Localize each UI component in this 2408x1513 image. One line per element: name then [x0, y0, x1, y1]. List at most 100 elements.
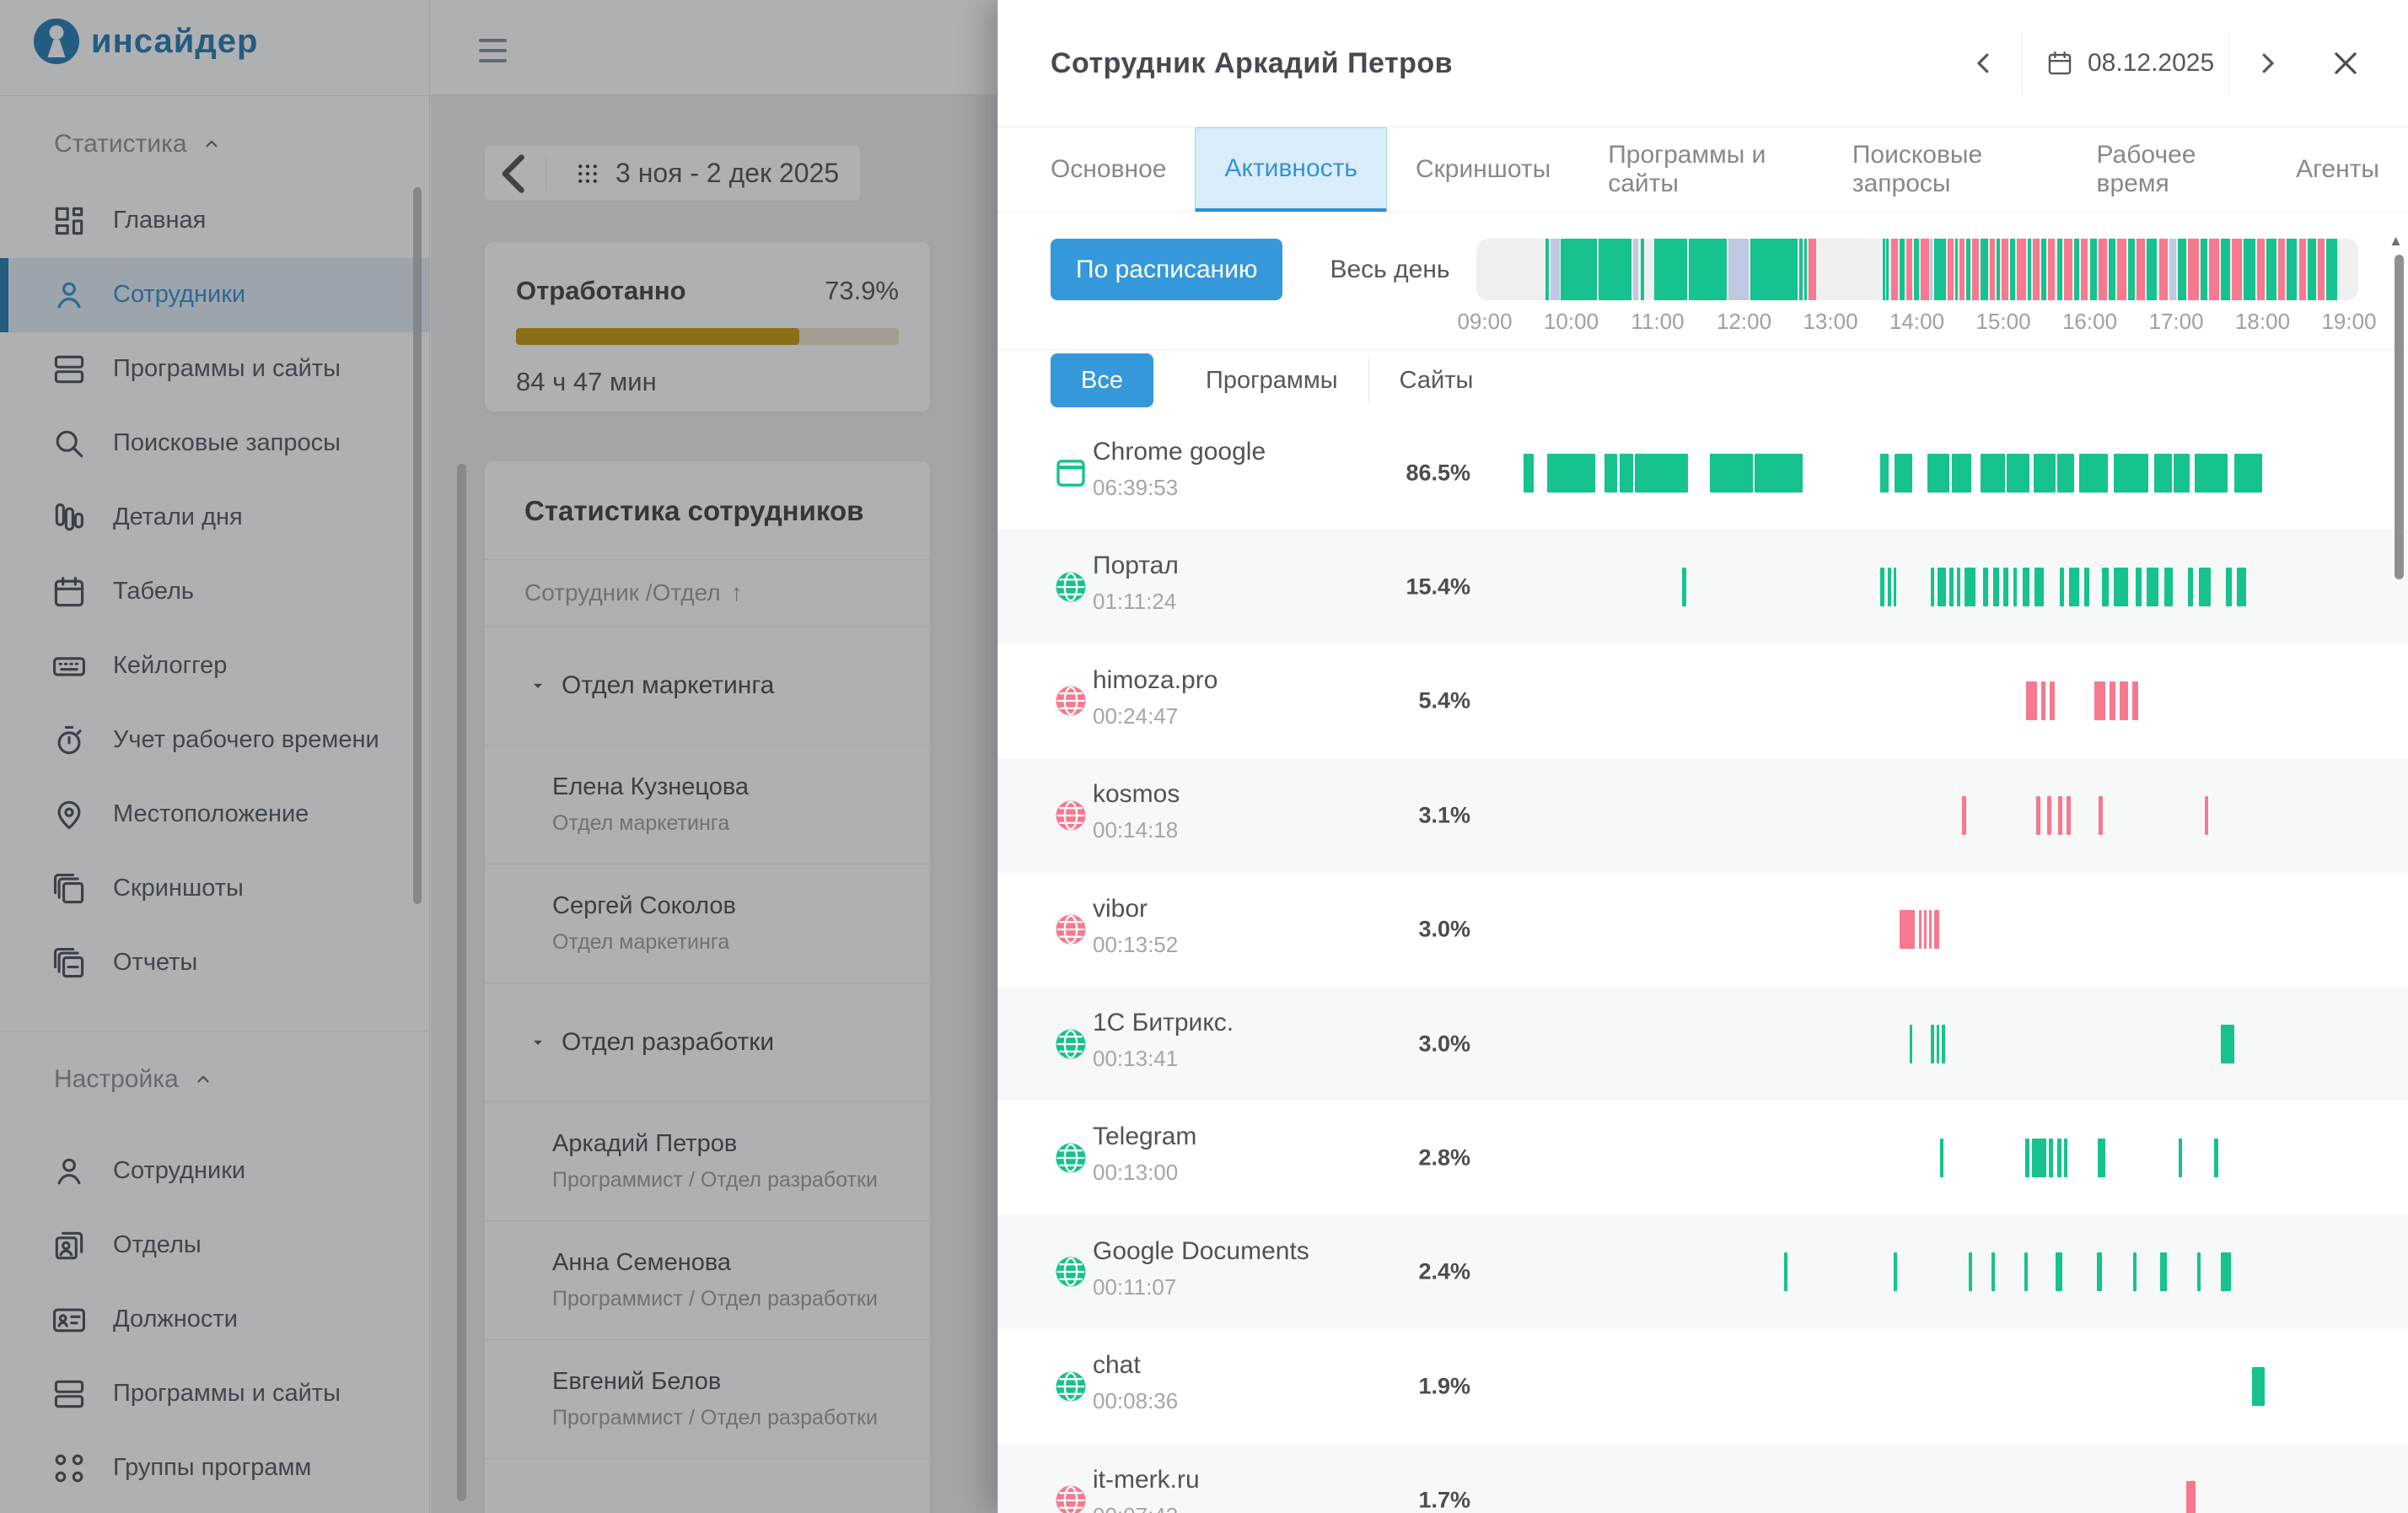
activity-segment [1547, 454, 1595, 493]
app-percent: 86.5% [1352, 460, 1470, 486]
activity-segment [2047, 796, 2051, 835]
scroll-up-icon[interactable]: ▲ [2389, 233, 2403, 250]
tab-6[interactable]: Рабочее время [2068, 127, 2268, 212]
mode-button-1[interactable]: По расписанию [1051, 239, 1282, 300]
globe-icon [1054, 1027, 1088, 1061]
activity-segment [1983, 568, 1987, 606]
activity-segment [2234, 454, 2263, 493]
activity-segment [1682, 568, 1686, 606]
globe-icon [1054, 1483, 1088, 1513]
activity-segment [2081, 239, 2088, 300]
app-usage-row[interactable]: 1С Битрикс.00:13:413.0% [998, 987, 2408, 1101]
activity-segment [2079, 454, 2108, 493]
globe-icon [1054, 913, 1088, 946]
day-timeline[interactable] [1476, 239, 2358, 300]
activity-segment [1952, 454, 1972, 493]
activity-segment [2221, 239, 2229, 300]
mode-button-2[interactable]: Весь день [1304, 239, 1475, 300]
panel-title: Сотрудник Аркадий Петров [1051, 47, 1453, 80]
activity-segment [1930, 239, 1932, 300]
activity-segment [2199, 568, 2211, 606]
app-usage-row[interactable]: himoza.pro00:24:475.4% [998, 644, 2408, 758]
app-percent: 3.1% [1352, 802, 1470, 828]
activity-segment [1969, 1252, 1972, 1291]
app-activity-bars [1476, 568, 2358, 606]
activity-segment [1883, 239, 1885, 300]
hour-label: 10:00 [1544, 309, 1599, 335]
app-usage-row[interactable]: kosmos00:14:183.1% [998, 758, 2408, 872]
hour-label: 18:00 [2235, 309, 2290, 335]
activity-segment [1900, 910, 1915, 949]
activity-segment [1689, 239, 1727, 300]
app-time: 00:14:18 [1093, 817, 1178, 843]
app-percent: 2.8% [1352, 1145, 1470, 1171]
filter-button-3[interactable]: Сайты [1369, 353, 1504, 407]
tab-7[interactable]: Агенты [2267, 127, 2408, 212]
tab-2[interactable]: Активность [1195, 127, 1387, 212]
activity-segment [2057, 239, 2062, 300]
panel-date[interactable]: 08.12.2025 [2088, 49, 2206, 78]
next-day-button[interactable] [2252, 48, 2282, 78]
activity-segment [1620, 454, 1633, 493]
activity-segment [2195, 454, 2228, 493]
activity-segment [2024, 1252, 2028, 1291]
app-time: 06:39:53 [1093, 475, 1178, 501]
app-usage-row[interactable]: Google Documents00:11:072.4% [998, 1215, 2408, 1329]
activity-segment [1937, 1025, 1939, 1063]
calendar-icon[interactable] [2045, 49, 2074, 78]
app-usage-row[interactable]: it-merk.ru00:07:431.7% [998, 1444, 2408, 1513]
modal-overlay[interactable] [0, 0, 998, 1513]
activity-segment [2214, 1139, 2218, 1177]
app-name: Портал [1093, 552, 1179, 580]
activity-segment [2179, 1139, 2182, 1177]
activity-segment [2147, 239, 2157, 300]
app-activity-bars [1476, 796, 2358, 835]
tab-5[interactable]: Поисковые запросы [1824, 127, 2068, 212]
activity-segment [1635, 454, 1688, 493]
activity-segment [2169, 239, 2176, 300]
tab-4[interactable]: Программы и сайты [1579, 127, 1824, 212]
globe-icon [1054, 1255, 1088, 1289]
activity-segment [2017, 239, 2025, 300]
activity-segment [2287, 239, 2297, 300]
app-time: 00:11:07 [1093, 1274, 1176, 1300]
activity-segment [2147, 568, 2158, 606]
activity-segment [2154, 454, 2172, 493]
activity-segment [2221, 1252, 2230, 1291]
activity-segment [1919, 910, 1922, 949]
activity-segment [2133, 1252, 2137, 1291]
tab-1[interactable]: Основное [1022, 127, 1195, 212]
activity-segment [1938, 568, 1946, 606]
activity-segment [1561, 239, 1597, 300]
activity-segment [2244, 239, 2255, 300]
activity-segment [1921, 239, 1929, 300]
hour-label: 09:00 [1457, 309, 1512, 335]
app-usage-row[interactable]: vibor00:13:523.0% [998, 873, 2408, 987]
activity-segment [2057, 454, 2075, 493]
tab-3[interactable]: Скриншоты [1387, 127, 1579, 212]
activity-segment [2197, 1252, 2201, 1291]
filter-button-2[interactable]: Программы [1175, 353, 1368, 407]
prev-day-button[interactable] [1969, 48, 1999, 78]
activity-segment [1654, 239, 1687, 300]
globe-icon [1054, 684, 1088, 718]
activity-segment [2074, 239, 2079, 300]
activity-segment [2110, 681, 2115, 720]
activity-segment [1880, 568, 1884, 606]
activity-segment [2178, 239, 2186, 300]
app-usage-row[interactable]: Chrome google06:39:5386.5% [998, 416, 2408, 530]
panel-scrollbar[interactable] [2395, 255, 2404, 579]
app-usage-row[interactable]: Telegram00:13:002.8% [998, 1101, 2408, 1214]
activity-segment [1931, 1025, 1934, 1063]
close-icon[interactable] [2330, 47, 2362, 79]
activity-segment [1991, 1252, 1995, 1291]
activity-segment [2026, 681, 2037, 720]
app-name: Telegram [1093, 1123, 1196, 1151]
activity-segment [2117, 239, 2126, 300]
app-activity-bars [1476, 910, 2358, 949]
app-usage-row[interactable]: chat00:08:361.9% [998, 1329, 2408, 1443]
app-usage-row[interactable]: Портал01:11:2415.4% [998, 530, 2408, 643]
filter-button-1[interactable]: Все [1051, 353, 1153, 407]
activity-segment [1966, 239, 1970, 300]
activity-segment [2232, 239, 2242, 300]
